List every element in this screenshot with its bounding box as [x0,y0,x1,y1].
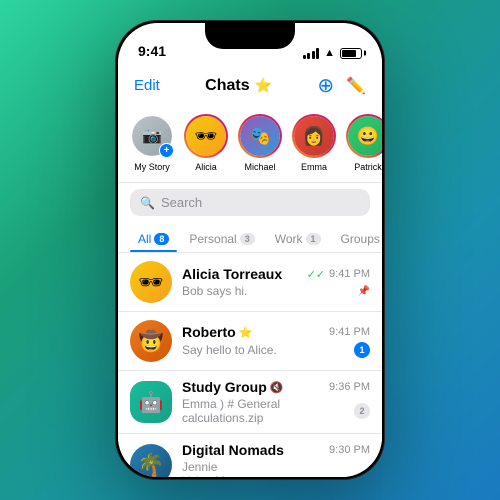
chat-time-study-group: 9:36 PM [329,381,370,393]
search-bar: 🔍 Search [118,183,382,224]
nav-title-star-icon: ⭐ [255,77,272,94]
story-name-alicia: Alicia [195,162,217,172]
tab-work[interactable]: Work 1 [267,224,329,252]
story-avatar-michael: 🎭 [238,114,282,158]
chat-time-roberto: 9:41 PM [329,326,370,338]
story-name-my: My Story [134,162,170,172]
tab-personal-label: Personal [189,232,236,246]
tab-all-label: All [138,232,151,246]
chat-avatar-alicia: 🕶 [130,261,172,303]
story-name-emma: Emma [301,162,327,172]
story-avatar-patrick: 😀 [346,114,382,158]
search-placeholder: Search [161,195,202,210]
stories-row: 📷 + My Story 🕶 Alicia 🎭 [118,106,382,183]
story-name-michael: Michael [244,162,275,172]
story-avatar-alicia: 🕶 [184,114,228,158]
story-avatar-my: 📷 + [130,114,174,158]
story-alicia[interactable]: 🕶 Alicia [184,114,228,172]
chat-item-digital-nomads[interactable]: 🌴 Digital Nomads 9:30 PM Jennie Voice Me… [118,434,382,477]
chat-preview-study-group-2: calculations.zip [182,411,354,425]
story-avatar-emma: 👩 [292,114,336,158]
chat-top-row-digital-nomads: Digital Nomads 9:30 PM [182,442,370,458]
story-my[interactable]: 📷 + My Story [130,114,174,172]
chat-top-row-roberto: Roberto ⭐ 9:41 PM [182,324,370,340]
chat-bottom-row-roberto: Say hello to Alice. 1 [182,342,370,358]
search-icon: 🔍 [140,196,155,210]
chat-preview-alicia: Bob says hi. [182,284,358,298]
chat-name-digital-nomads: Digital Nomads [182,442,284,458]
chat-item-roberto[interactable]: 🤠 Roberto ⭐ 9:41 PM Say hello to Alice. … [118,312,382,371]
tab-all-badge: 8 [154,233,169,245]
chat-list: 🕶 Alicia Torreaux ✓✓ 9:41 PM Bob says hi… [118,253,382,477]
add-story-badge: + [159,143,174,158]
chat-badge-roberto: 1 [354,342,370,358]
roberto-star-icon: ⭐ [239,326,253,339]
nav-header: Edit Chats ⭐ ⊕ ✏️ [118,67,382,106]
status-time: 9:41 [138,43,166,59]
chat-preview-study-group-1: Emma ) # General [182,397,354,411]
chat-avatar-study-group: 🤖 [130,381,172,423]
chat-item-study-group[interactable]: 🤖 Study Group 🔇 9:36 PM Emma ) # General… [118,371,382,434]
tab-work-label: Work [275,232,303,246]
story-michael[interactable]: 🎭 Michael [238,114,282,172]
phone-frame: 9:41 ▲ Edit Chats ⭐ [115,20,385,480]
double-check-icon: ✓✓ [307,268,325,281]
tab-groups-label: Groups [341,232,380,246]
chat-preview-digital-nomads-1: Jennie [182,460,370,474]
story-emma[interactable]: 👩 Emma [292,114,336,172]
story-name-patrick: Patrick [354,162,382,172]
chat-top-row-study-group: Study Group 🔇 9:36 PM [182,379,370,395]
chat-time-alicia: 9:41 PM [329,268,370,280]
chat-preview-roberto: Say hello to Alice. [182,343,354,357]
chat-item-alicia[interactable]: 🕶 Alicia Torreaux ✓✓ 9:41 PM Bob says hi… [118,253,382,312]
chat-name-roberto: Roberto ⭐ [182,324,252,340]
search-input-wrapper[interactable]: 🔍 Search [130,189,370,216]
status-icons: ▲ [303,47,362,59]
chat-content-alicia: Alicia Torreaux ✓✓ 9:41 PM Bob says hi. … [182,266,370,298]
chat-bottom-row-digital-nomads: Jennie Voice Message [182,460,370,477]
tab-groups[interactable]: Groups 2 [333,224,382,252]
story-patrick[interactable]: 😀 Patrick [346,114,382,172]
chat-preview-digital-nomads-2: Voice Message [182,474,370,477]
chat-content-roberto: Roberto ⭐ 9:41 PM Say hello to Alice. 1 [182,324,370,358]
new-group-icon[interactable]: ⊕ [317,73,334,98]
chat-bottom-row-study-group: Emma ) # General calculations.zip 2 [182,397,370,425]
tab-all[interactable]: All 8 [130,224,177,252]
chat-bottom-row-alicia: Bob says hi. 📌 [182,284,370,298]
chat-name-alicia: Alicia Torreaux [182,266,282,282]
chat-avatar-digital-nomads: 🌴 [130,444,172,477]
wifi-icon: ▲ [324,47,335,59]
notch [205,23,295,49]
nav-title: Chats [205,77,249,95]
chat-content-digital-nomads: Digital Nomads 9:30 PM Jennie Voice Mess… [182,442,370,477]
chat-badge-study-group: 2 [354,403,370,419]
chat-content-study-group: Study Group 🔇 9:36 PM Emma ) # General c… [182,379,370,425]
nav-actions: ⊕ ✏️ [317,73,366,98]
chat-top-row-alicia: Alicia Torreaux ✓✓ 9:41 PM [182,266,370,282]
chat-name-study-group: Study Group 🔇 [182,379,283,395]
phone-screen: 9:41 ▲ Edit Chats ⭐ [118,23,382,477]
tab-personal-badge: 3 [240,233,255,245]
tab-personal[interactable]: Personal 3 [181,224,262,252]
signal-bars-icon [303,48,320,59]
edit-button[interactable]: Edit [134,77,160,94]
nav-title-wrapper: Chats ⭐ [205,77,272,95]
tab-work-badge: 1 [306,233,321,245]
mute-icon: 🔇 [270,381,284,394]
chat-avatar-roberto: 🤠 [130,320,172,362]
chat-time-digital-nomads: 9:30 PM [329,444,370,456]
pin-icon: 📌 [358,286,370,297]
battery-icon [340,48,362,59]
compose-icon[interactable]: ✏️ [346,76,366,96]
filter-tabs: All 8 Personal 3 Work 1 Groups 2 Chan [118,224,382,253]
